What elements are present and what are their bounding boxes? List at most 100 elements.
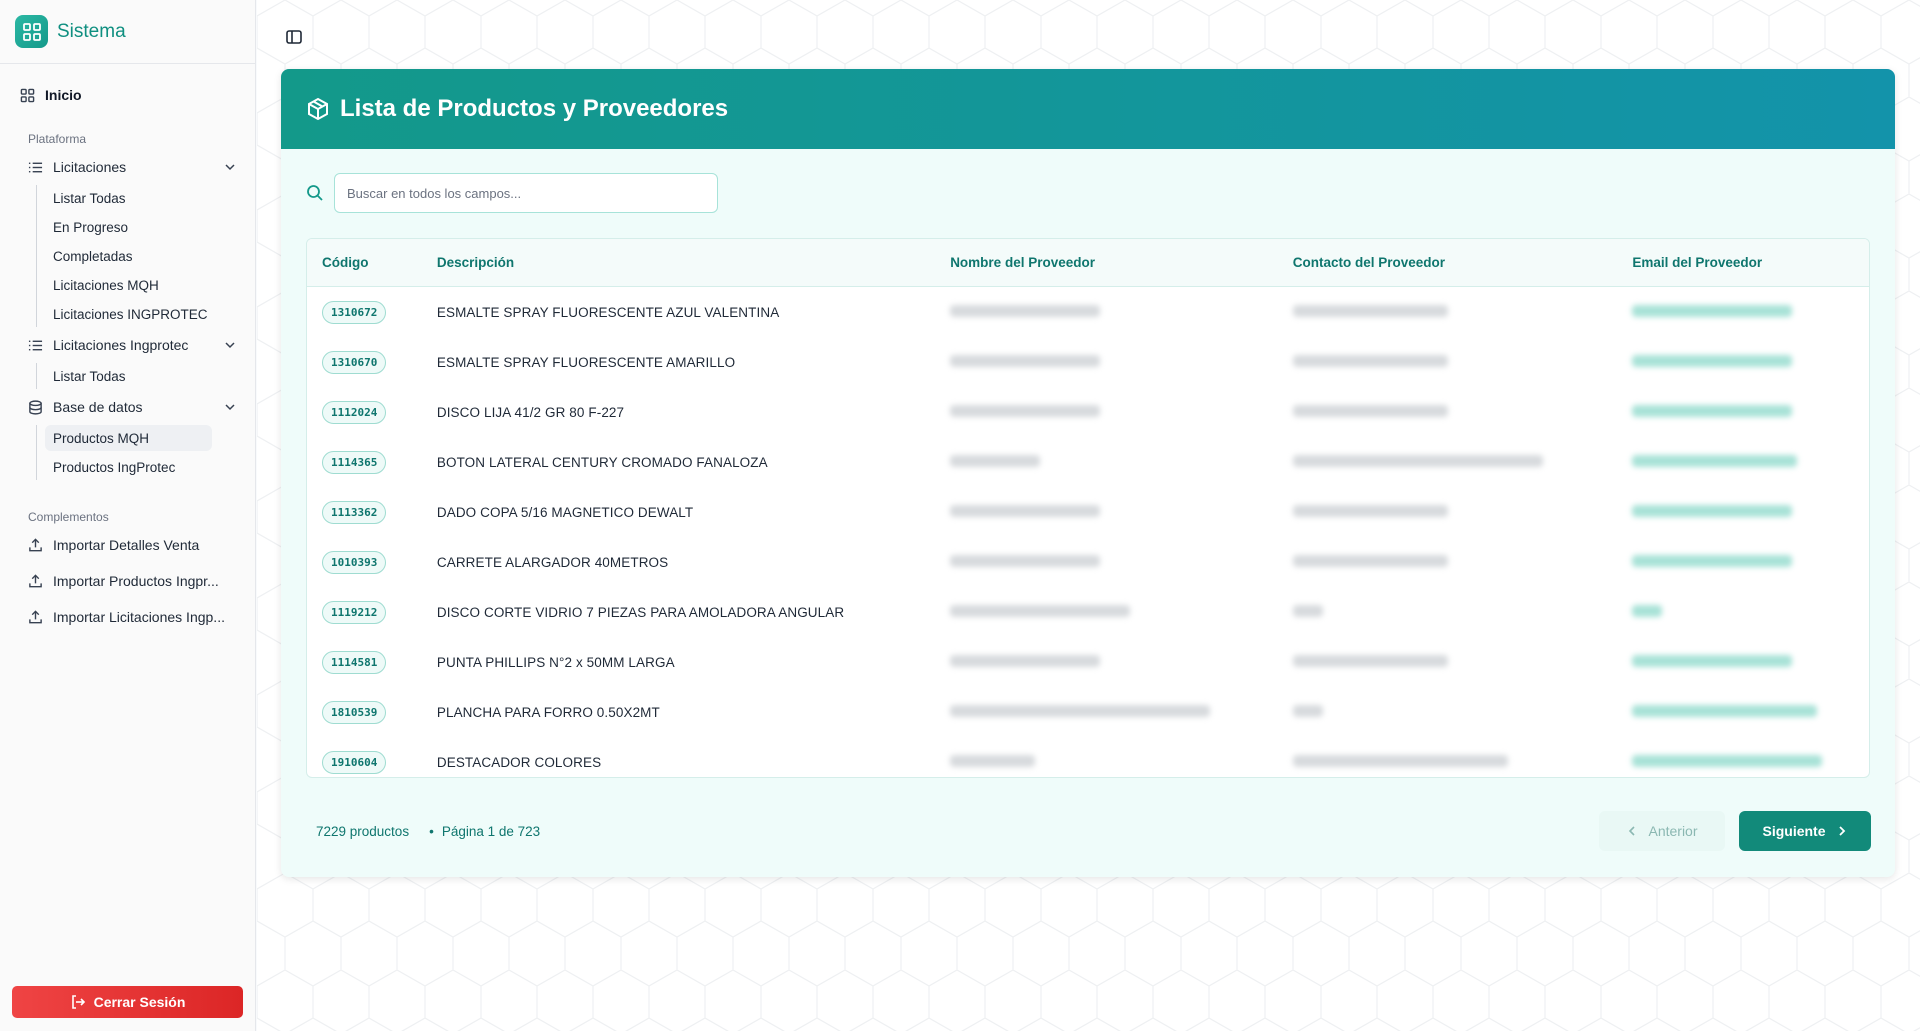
redacted-supplier-email (1632, 504, 1793, 517)
logout-button[interactable]: Cerrar Sesión (12, 986, 243, 1018)
search-input[interactable] (334, 173, 718, 213)
redacted-supplier-name (950, 504, 1101, 517)
nav-group-label: Licitaciones Ingprotec (53, 337, 189, 353)
redacted-supplier-name (950, 304, 1101, 317)
redacted-supplier-contact (1292, 654, 1448, 667)
table-row[interactable]: 1114365 BOTON LATERAL CENTURY CROMADO FA… (307, 437, 1869, 487)
sub-item-licitaciones-ingprotec[interactable]: Licitaciones INGPROTEC (45, 301, 212, 327)
previous-page-label: Anterior (1648, 823, 1698, 839)
sidebar: Sistema Inicio Plataforma Licitaciones L… (0, 0, 256, 1031)
chevron-down-icon[interactable] (223, 338, 237, 352)
column-header-email[interactable]: Email del Proveedor (1617, 255, 1869, 270)
main-area: Lista de Productos y Proveedores Código … (257, 0, 1920, 1031)
table-row[interactable]: 1310670 ESMALTE SPRAY FLUORESCENTE AMARI… (307, 337, 1869, 387)
code-badge: 1112024 (322, 400, 387, 424)
sub-item-en-progreso[interactable]: En Progreso (45, 214, 212, 240)
column-header-codigo[interactable]: Código (307, 255, 422, 270)
sub-item-productos-ingprotec[interactable]: Productos IngProtec (45, 454, 212, 480)
description-cell: DESTACADOR COLORES (436, 754, 602, 770)
redacted-supplier-contact (1292, 304, 1448, 317)
table-row[interactable]: 1810539 PLANCHA PARA FORRO 0.50X2MT (307, 687, 1869, 737)
redacted-supplier-name (950, 704, 1211, 717)
code-badge: 1910604 (322, 750, 387, 774)
redacted-supplier-email (1632, 304, 1793, 317)
sub-item-listar-todas[interactable]: Listar Todas (45, 185, 212, 211)
redacted-supplier-email (1632, 554, 1793, 567)
page-title: Lista de Productos y Proveedores (340, 95, 729, 122)
nav-group-licitaciones[interactable]: Licitaciones (10, 152, 245, 182)
description-cell: PUNTA PHILLIPS N°2 x 50MM LARGA (436, 654, 675, 670)
previous-page-button[interactable]: Anterior (1599, 811, 1725, 851)
table-row[interactable]: 1010393 CARRETE ALARGADOR 40METROS (307, 537, 1869, 587)
database-icon (29, 399, 42, 415)
search-bar (306, 173, 718, 213)
sub-item-productos-mqh[interactable]: Productos MQH (45, 425, 212, 451)
section-label-complements: Complementos (28, 510, 109, 524)
nav-import-detalles-venta[interactable]: Importar Detalles Venta (10, 530, 245, 560)
redacted-supplier-email (1632, 654, 1793, 667)
sub-item-licitaciones-mqh[interactable]: Licitaciones MQH (45, 272, 212, 298)
table-row[interactable]: 1119212 DISCO CORTE VIDRIO 7 PIEZAS PARA… (307, 587, 1869, 637)
description-cell: DISCO LIJA 41/2 GR 80 F-227 (436, 404, 625, 420)
column-header-descripcion[interactable]: Descripción (422, 255, 935, 270)
redacted-supplier-name (950, 454, 1041, 467)
code-badge: 1810539 (322, 700, 387, 724)
sub-list-licitaciones-ingprotec: Listar Todas (36, 363, 255, 389)
redacted-supplier-email (1632, 404, 1793, 417)
code-badge: 1113362 (322, 500, 387, 524)
description-cell: BOTON LATERAL CENTURY CROMADO FANALOZA (436, 454, 768, 470)
description-cell: PLANCHA PARA FORRO 0.50X2MT (436, 704, 660, 720)
product-count: 7229 productos (316, 823, 410, 839)
description-cell: DADO COPA 5/16 MAGNETICO DEWALT (436, 504, 694, 520)
nav-import-label: Importar Detalles Venta (53, 537, 200, 553)
chevron-down-icon[interactable] (223, 160, 237, 174)
redacted-supplier-email (1632, 454, 1798, 467)
upload-icon (29, 609, 42, 623)
page-indicator-text: Página 1 de 723 (441, 823, 541, 839)
sub-item-completadas[interactable]: Completadas (45, 243, 212, 269)
nav-group-label: Base de datos (53, 399, 143, 415)
search-icon (307, 185, 323, 201)
chevron-right-icon (1838, 826, 1845, 836)
list-icon (28, 340, 43, 350)
column-header-contacto[interactable]: Contacto del Proveedor (1278, 255, 1618, 270)
sidebar-toggle-icon[interactable] (285, 28, 303, 46)
chevron-down-icon[interactable] (223, 400, 237, 414)
sub-list-licitaciones: Listar Todas En Progreso Completadas Lic… (36, 185, 255, 327)
redacted-supplier-contact (1292, 604, 1323, 617)
table-row[interactable]: 1910604 DESTACADOR COLORES (307, 737, 1869, 777)
code-badge: 1010393 (322, 550, 387, 574)
nav-import-licitaciones[interactable]: Importar Licitaciones Ingp... (10, 602, 245, 632)
table-row[interactable]: 1114581 PUNTA PHILLIPS N°2 x 50MM LARGA (307, 637, 1869, 687)
table-header: Código Descripción Nombre del Proveedor … (307, 239, 1869, 287)
next-page-label: Siguiente (1762, 823, 1826, 839)
table-row[interactable]: 1112024 DISCO LIJA 41/2 GR 80 F-227 (307, 387, 1869, 437)
redacted-supplier-contact (1292, 454, 1543, 467)
table-row[interactable]: 1113362 DADO COPA 5/16 MAGNETICO DEWALT (307, 487, 1869, 537)
redacted-supplier-name (950, 354, 1101, 367)
nav-group-licitaciones-ingprotec[interactable]: Licitaciones Ingprotec (10, 330, 245, 360)
redacted-supplier-contact (1292, 504, 1448, 517)
redacted-supplier-name (950, 404, 1101, 417)
brand[interactable]: Sistema (0, 0, 255, 64)
nav-import-label: Importar Productos Ingpr... (53, 573, 219, 589)
brand-name: Sistema (57, 20, 126, 42)
redacted-supplier-name (950, 654, 1101, 667)
nav-group-base-de-datos[interactable]: Base de datos (10, 392, 245, 422)
nav-home[interactable]: Inicio (10, 80, 245, 110)
dashboard-icon (20, 88, 35, 102)
sub-item-listar-todas[interactable]: Listar Todas (45, 363, 212, 389)
page-indicator: • Página 1 de 723 (429, 824, 540, 839)
products-table: Código Descripción Nombre del Proveedor … (306, 238, 1870, 778)
code-badge: 1114581 (322, 650, 387, 674)
column-header-proveedor[interactable]: Nombre del Proveedor (935, 255, 1278, 270)
redacted-supplier-contact (1292, 354, 1448, 367)
nav-import-productos[interactable]: Importar Productos Ingpr... (10, 566, 245, 596)
redacted-supplier-contact (1292, 554, 1448, 567)
nav-group-label: Licitaciones (53, 159, 127, 175)
table-row[interactable]: 1310672 ESMALTE SPRAY FLUORESCENTE AZUL … (307, 287, 1869, 337)
logout-icon (71, 995, 85, 1009)
redacted-supplier-contact (1292, 704, 1323, 717)
description-cell: ESMALTE SPRAY FLUORESCENTE AZUL VALENTIN… (436, 304, 780, 320)
next-page-button[interactable]: Siguiente (1739, 811, 1871, 851)
